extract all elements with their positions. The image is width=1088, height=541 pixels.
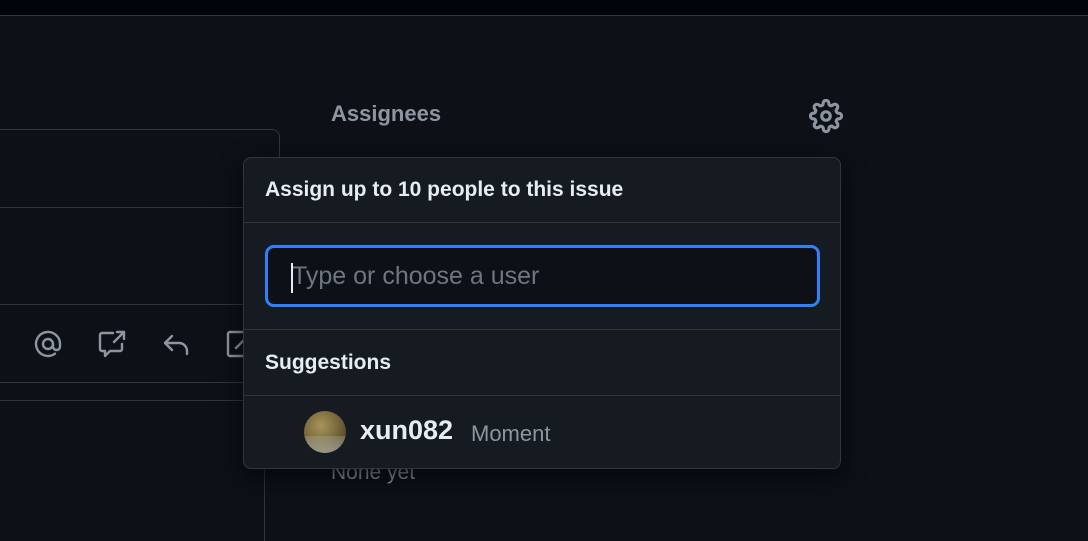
assignees-label: Assignees xyxy=(331,101,442,126)
gear-icon[interactable] xyxy=(808,98,844,134)
avatar xyxy=(304,411,346,453)
popover-title: Assign up to 10 people to this issue xyxy=(244,158,840,223)
assignees-popover: Assign up to 10 people to this issue Sug… xyxy=(243,157,841,469)
suggestion-item[interactable]: xun082 Moment xyxy=(244,396,840,466)
divider xyxy=(0,207,279,208)
top-bar xyxy=(0,0,1088,16)
comment-panel xyxy=(0,400,265,541)
popover-filter xyxy=(244,223,840,330)
divider xyxy=(0,304,279,305)
cross-reference-icon[interactable] xyxy=(96,328,128,360)
user-search-input[interactable] xyxy=(265,245,820,307)
suggestion-name: Moment xyxy=(471,421,551,446)
mention-icon[interactable] xyxy=(32,328,64,360)
text-caret xyxy=(291,263,293,293)
suggestion-login: xun082 xyxy=(360,415,454,445)
reply-icon[interactable] xyxy=(160,328,192,360)
suggestions-title: Suggestions xyxy=(244,330,840,396)
